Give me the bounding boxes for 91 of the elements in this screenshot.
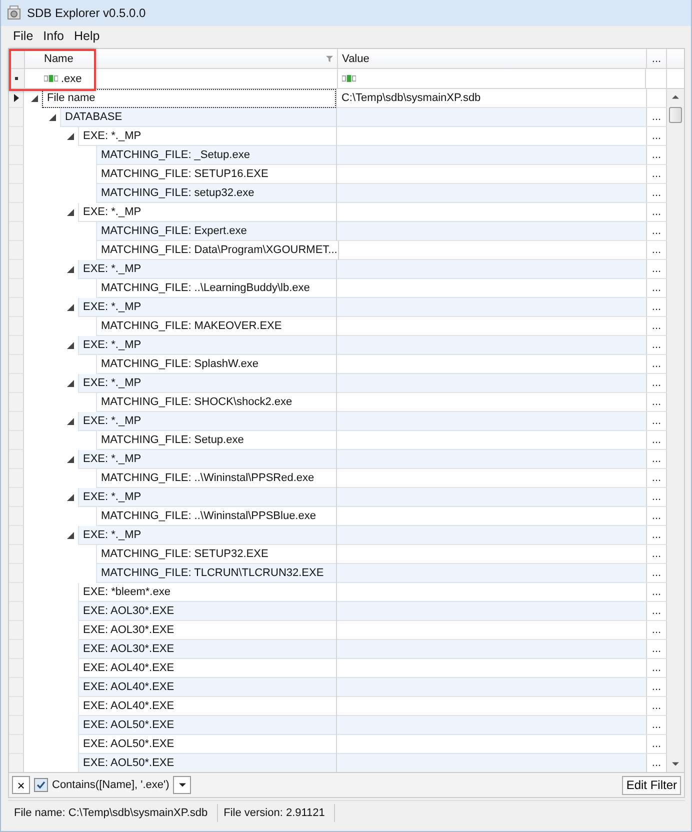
window-title: SDB Explorer v0.5.0.0 — [27, 6, 146, 20]
scroll-down-icon[interactable] — [672, 762, 679, 766]
ellipsis-button[interactable]: ... — [647, 564, 666, 582]
ellipsis-button[interactable]: ... — [647, 298, 666, 316]
collapse-icon[interactable] — [67, 342, 74, 349]
close-filter-button[interactable]: × — [12, 776, 30, 794]
ellipsis-button[interactable]: ... — [647, 374, 666, 392]
ellipsis-button[interactable]: ... — [647, 127, 666, 145]
ellipsis-button[interactable]: ... — [647, 355, 666, 373]
collapse-icon[interactable] — [67, 304, 74, 311]
text-filter-icon — [342, 75, 356, 82]
tree-cell[interactable]: EXE: *._MP — [78, 526, 336, 545]
ellipsis-button[interactable]: ... — [647, 659, 666, 677]
ellipsis-button[interactable]: ... — [647, 260, 666, 278]
ellipsis-button[interactable]: ... — [647, 469, 666, 487]
tree-cell[interactable]: EXE: *._MP — [78, 488, 336, 507]
ellipsis-button[interactable]: ... — [647, 602, 666, 620]
tree-cell[interactable]: DATABASE — [60, 108, 336, 127]
ellipsis-button[interactable]: ... — [647, 431, 666, 449]
filter-icon[interactable] — [326, 55, 334, 62]
ellipsis-button[interactable]: ... — [647, 49, 667, 68]
tree-cell[interactable]: MATCHING_FILE: setup32.exe — [96, 184, 336, 203]
column-header[interactable]: Name — [25, 49, 338, 68]
menu-item[interactable]: Info — [38, 28, 70, 44]
ellipsis-button[interactable]: ... — [647, 317, 666, 335]
filter-cell[interactable]: .exe — [25, 69, 338, 88]
tree-cell[interactable]: MATCHING_FILE: TLCRUN\TLCRUN32.EXE — [96, 564, 336, 583]
ellipsis-button[interactable]: ... — [647, 583, 666, 601]
menu-item[interactable]: Help — [69, 28, 105, 44]
ellipsis-button[interactable]: ... — [647, 640, 666, 658]
collapse-icon[interactable] — [67, 456, 74, 463]
dropdown-button[interactable] — [173, 776, 192, 794]
ellipsis-button[interactable]: ... — [647, 488, 666, 506]
scrollbar[interactable] — [667, 89, 684, 772]
tree-cell[interactable]: EXE: *._MP — [78, 336, 336, 355]
tree-cell[interactable]: EXE: *._MP — [78, 412, 336, 431]
tree-cell[interactable]: EXE: AOL30*.EXE — [78, 602, 336, 621]
current-row-icon — [14, 94, 18, 102]
checkbox[interactable] — [34, 778, 48, 792]
edit-filter-button[interactable]: Edit Filter — [622, 776, 681, 794]
ellipsis-button[interactable]: ... — [647, 184, 666, 202]
ellipsis-button[interactable]: ... — [647, 146, 666, 164]
ellipsis-button[interactable]: ... — [647, 507, 666, 525]
ellipsis-button[interactable]: ... — [647, 545, 666, 563]
ellipsis-button[interactable]: ... — [647, 716, 666, 734]
collapse-icon[interactable] — [67, 209, 74, 216]
ellipsis-button[interactable]: ... — [647, 336, 666, 354]
tree-cell[interactable]: EXE: *._MP — [78, 298, 336, 317]
tree-cell[interactable]: MATCHING_FILE: Expert.exe — [96, 222, 336, 241]
ellipsis-button[interactable]: ... — [647, 241, 666, 259]
tree-cell[interactable]: EXE: AOL30*.EXE — [78, 640, 336, 659]
collapse-icon[interactable] — [67, 532, 74, 539]
collapse-icon[interactable] — [67, 380, 74, 387]
tree-cell[interactable]: EXE: AOL40*.EXE — [78, 678, 336, 697]
scroll-up-icon[interactable] — [672, 95, 679, 99]
status-text: File name: C:\Temp\sdb\sysmainXP.sdb — [8, 804, 218, 822]
collapse-icon[interactable] — [67, 494, 74, 501]
ellipsis-button[interactable]: ... — [647, 393, 666, 411]
ellipsis-button[interactable]: ... — [647, 279, 666, 297]
app-icon — [6, 5, 22, 21]
ellipsis-button[interactable]: ... — [647, 526, 666, 544]
scroll-thumb[interactable] — [669, 107, 682, 123]
ellipsis-button[interactable]: ... — [647, 108, 666, 126]
tree-cell[interactable]: EXE: *._MP — [78, 374, 336, 393]
tree-cell[interactable]: MATCHING_FILE: _Setup.exe — [96, 146, 336, 165]
ellipsis-button[interactable]: ... — [647, 678, 666, 696]
ellipsis-button[interactable]: ... — [647, 450, 666, 468]
ellipsis-button[interactable]: ... — [647, 203, 666, 221]
ellipsis-button[interactable]: ... — [647, 697, 666, 715]
collapse-icon[interactable] — [31, 95, 38, 102]
tree-cell[interactable]: EXE: *._MP — [78, 260, 336, 279]
ellipsis-button[interactable]: ... — [647, 222, 666, 240]
tree-cell[interactable]: EXE: AOL50*.EXE — [78, 754, 336, 772]
caret-icon — [178, 783, 186, 787]
menu-item[interactable]: File — [8, 28, 38, 44]
ellipsis-button[interactable]: ... — [647, 621, 666, 639]
tree-cell[interactable]: EXE: *._MP — [78, 450, 336, 469]
collapse-icon[interactable] — [67, 133, 74, 140]
filter-expression: Contains([Name], '.exe') — [52, 779, 170, 791]
text-filter-icon — [44, 75, 58, 82]
ellipsis-button[interactable]: ... — [647, 754, 666, 772]
tree-cell[interactable]: EXE: AOL50*.EXE — [78, 716, 336, 735]
column-header[interactable]: Value — [338, 49, 647, 68]
ellipsis-button[interactable]: ... — [647, 165, 666, 183]
collapse-icon[interactable] — [67, 266, 74, 273]
status-text: File version: 2.91121 — [218, 804, 335, 822]
checkmark-icon — [36, 780, 46, 790]
ellipsis-button[interactable]: ... — [647, 412, 666, 430]
collapse-icon[interactable] — [67, 418, 74, 425]
ellipsis-button[interactable]: ... — [647, 735, 666, 753]
collapse-icon[interactable] — [49, 114, 56, 121]
